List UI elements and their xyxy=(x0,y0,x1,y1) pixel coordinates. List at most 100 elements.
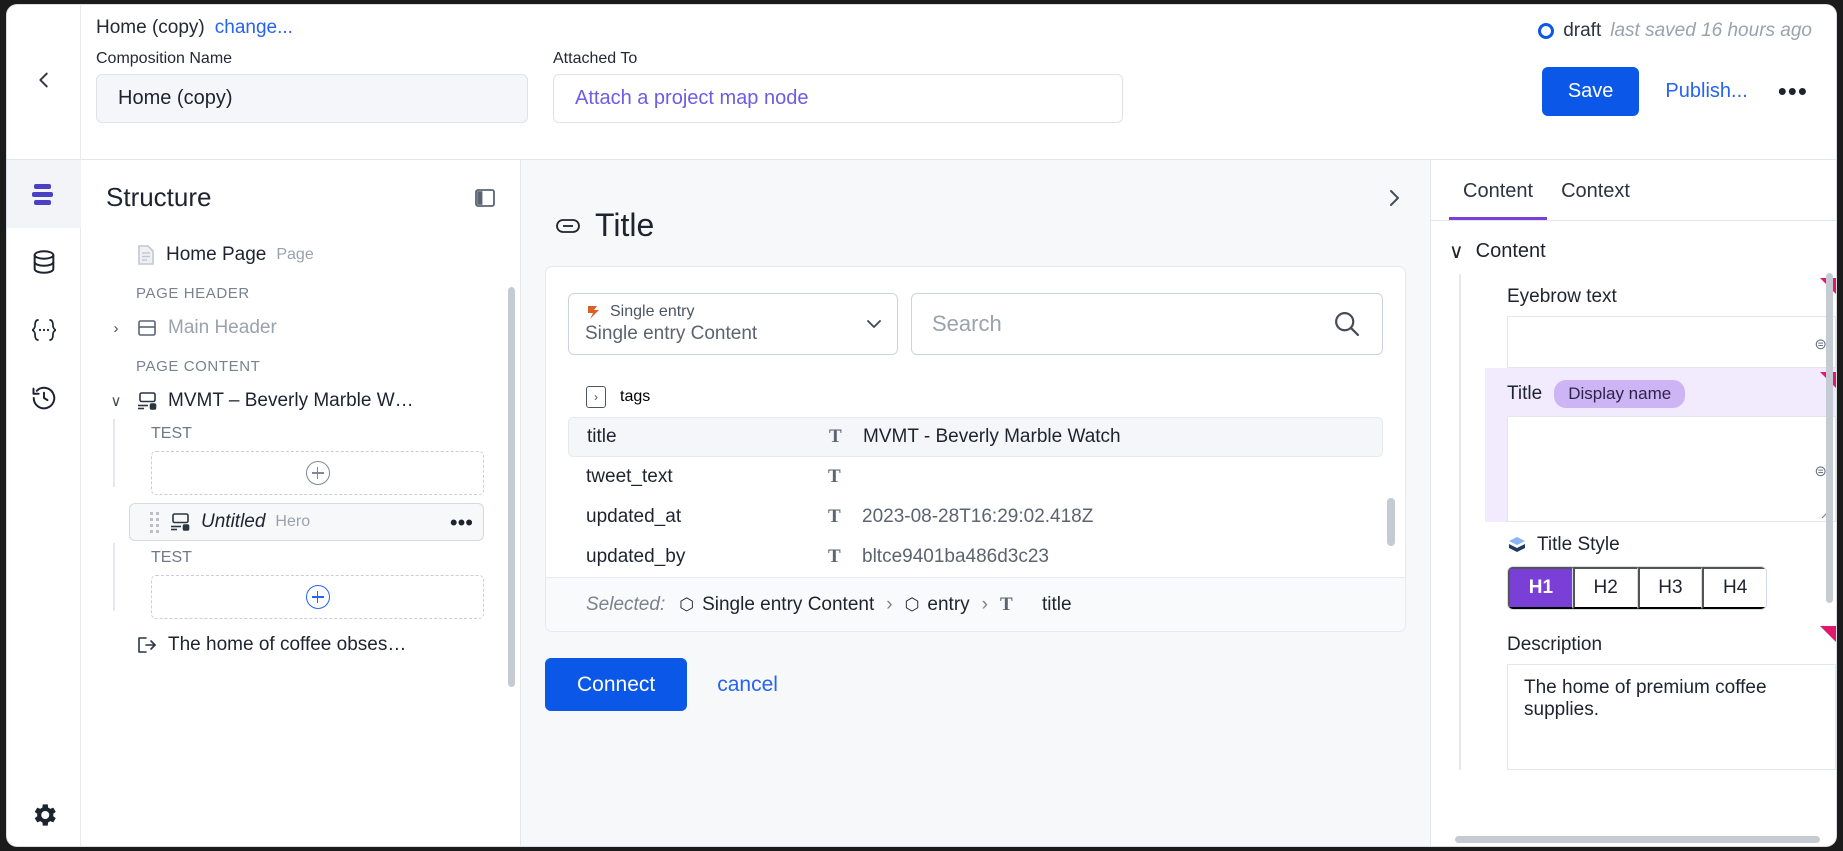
rail-item-data[interactable] xyxy=(7,228,81,296)
icon-rail xyxy=(7,160,81,846)
drag-handle-icon[interactable] xyxy=(150,511,159,533)
plus-icon xyxy=(305,585,330,609)
modal-toolbar: Single entry Single entry Content xyxy=(546,267,1405,373)
add-component-dropzone-2[interactable] xyxy=(151,575,484,619)
text-type-icon: T xyxy=(828,466,841,487)
tab-context[interactable]: Context xyxy=(1547,160,1644,220)
field-value: 2023-08-28T16:29:02.418Z xyxy=(862,506,1094,527)
content-section-label: Content xyxy=(1475,240,1546,262)
path-segment-entry[interactable]: entry xyxy=(927,594,969,616)
add-component-dropzone-1[interactable] xyxy=(151,451,484,495)
tree-children-hero: TEST xyxy=(81,543,520,619)
tree-row-mvmt[interactable]: ∨ MVMT – Beverly Marble W… xyxy=(81,383,520,419)
search-box[interactable] xyxy=(911,293,1383,355)
heading-option-h4[interactable]: H4 xyxy=(1702,567,1766,609)
search-input[interactable] xyxy=(932,311,1332,337)
tree-row-home-page[interactable]: Home Page Page xyxy=(81,237,520,273)
field-value: bltce9401ba486d3c23 xyxy=(862,546,1050,567)
exit-node-icon xyxy=(136,635,158,655)
right-panel-tabs: Content Context xyxy=(1431,160,1836,221)
rail-item-structure[interactable] xyxy=(7,160,81,228)
expand-group-icon[interactable]: › xyxy=(586,386,606,408)
tree-label-untitled: Untitled xyxy=(201,511,266,532)
rail-item-history[interactable] xyxy=(7,364,81,432)
panel-collapse-icon[interactable] xyxy=(474,187,496,209)
right-panel-scrollbar[interactable] xyxy=(1826,273,1833,603)
change-link[interactable]: change... xyxy=(215,17,293,39)
save-button[interactable]: Save xyxy=(1541,67,1640,116)
body: Structure Home Page Page PAGE HEADER › M… xyxy=(7,160,1836,846)
composition-name-input[interactable]: Home (copy) xyxy=(96,74,528,123)
title-style-header: Title Style xyxy=(1485,522,1836,566)
tree-row-footer-text[interactable]: The home of coffee obses… xyxy=(81,627,520,663)
source-selector[interactable]: Single entry Single entry Content xyxy=(568,293,898,355)
last-saved-text: last saved 16 hours ago xyxy=(1610,20,1812,41)
field-link-icon xyxy=(555,217,581,235)
heading-option-h2[interactable]: H2 xyxy=(1572,567,1638,609)
draft-status-icon xyxy=(1538,23,1555,39)
source-name-label: Single entry Content xyxy=(585,323,758,344)
attached-to-input[interactable]: Attach a project map node xyxy=(553,74,1123,123)
component-icon xyxy=(169,512,191,532)
settings-button[interactable] xyxy=(7,800,81,830)
entry-source-icon xyxy=(585,304,602,321)
eyebrow-text-input[interactable]: ⊜ xyxy=(1507,316,1836,368)
structure-header: Structure xyxy=(81,160,520,227)
field-group-label: tags xyxy=(620,388,651,405)
search-icon[interactable] xyxy=(1332,309,1362,339)
layout-icon xyxy=(136,317,158,339)
chevron-down-icon[interactable]: ∨ xyxy=(106,392,126,410)
tree-row-main-header[interactable]: › Main Header xyxy=(81,310,520,346)
heading-level-group: H1 H2 H3 H4 xyxy=(1507,566,1767,610)
field-label: Description xyxy=(1485,628,1836,664)
component-icon xyxy=(136,391,158,411)
connect-button[interactable]: Connect xyxy=(545,658,688,711)
tree-section-page-content: PAGE CONTENT xyxy=(136,358,261,375)
slot-label-test-1: TEST xyxy=(151,425,192,442)
cancel-button[interactable]: cancel xyxy=(687,673,808,697)
page-icon xyxy=(136,244,156,266)
app-window: Home (copy) change... Composition Name H… xyxy=(7,5,1836,846)
title-input[interactable]: ⊜ xyxy=(1507,416,1836,522)
field-row-tweet-text[interactable]: tweet_text T xyxy=(568,457,1383,497)
text-type-icon: T xyxy=(829,426,842,447)
more-options-button[interactable]: ••• xyxy=(1774,78,1812,103)
hex-icon: ⬡ xyxy=(904,594,920,614)
selected-label: Selected: xyxy=(586,593,666,615)
back-arrow-icon[interactable] xyxy=(31,67,57,93)
text-type-icon: T xyxy=(828,546,841,567)
chevron-right-icon[interactable]: › xyxy=(106,320,126,337)
rail-item-variables[interactable] xyxy=(7,296,81,364)
field-row-title[interactable]: title T MVMT - Beverly Marble Watch xyxy=(568,417,1383,457)
status-row: draft last saved 16 hours ago xyxy=(1538,19,1812,43)
field-name: updated_by xyxy=(586,546,686,567)
publish-button[interactable]: Publish... xyxy=(1639,80,1773,103)
heading-option-h3[interactable]: H3 xyxy=(1637,567,1703,609)
tree-row-untitled-hero[interactable]: Untitled Hero ••• xyxy=(129,503,484,541)
attached-to-block: Attached To Attach a project map node xyxy=(553,50,1123,123)
field-group-tags[interactable]: › tags xyxy=(568,377,1383,417)
content-section-header[interactable]: ∨ Content xyxy=(1431,231,1836,274)
field-label: Title Display name xyxy=(1485,374,1836,416)
field-title: Title Display name ⊜ xyxy=(1485,368,1836,522)
top-bar: Home (copy) change... Composition Name H… xyxy=(7,5,1836,160)
field-label: Eyebrow text xyxy=(1485,280,1836,316)
history-icon xyxy=(30,384,58,412)
right-panel-hscrollbar[interactable] xyxy=(1455,836,1820,843)
breadcrumb-title: Home (copy) xyxy=(96,17,205,38)
required-flag-icon xyxy=(1820,626,1836,642)
structure-scrollbar[interactable] xyxy=(508,287,515,687)
chevron-down-icon[interactable] xyxy=(865,318,883,330)
text-type-icon: T xyxy=(1000,593,1013,615)
row-more-button[interactable]: ••• xyxy=(450,511,473,533)
heading-option-h1[interactable]: H1 xyxy=(1508,567,1573,609)
path-segment-source[interactable]: Single entry Content xyxy=(702,594,874,616)
field-name: title xyxy=(587,426,617,447)
field-list-scrollbar[interactable] xyxy=(1387,498,1395,546)
field-row-updated-by[interactable]: updated_by T bltce9401ba486d3c23 xyxy=(568,537,1383,577)
expand-panel-icon[interactable] xyxy=(1382,186,1406,210)
description-input[interactable]: The home of premium coffee supplies. xyxy=(1507,664,1836,770)
tab-content[interactable]: Content xyxy=(1449,160,1548,220)
field-row-updated-at[interactable]: updated_at T 2023-08-28T16:29:02.418Z xyxy=(568,497,1383,537)
path-segment-field[interactable]: title xyxy=(1042,594,1072,616)
